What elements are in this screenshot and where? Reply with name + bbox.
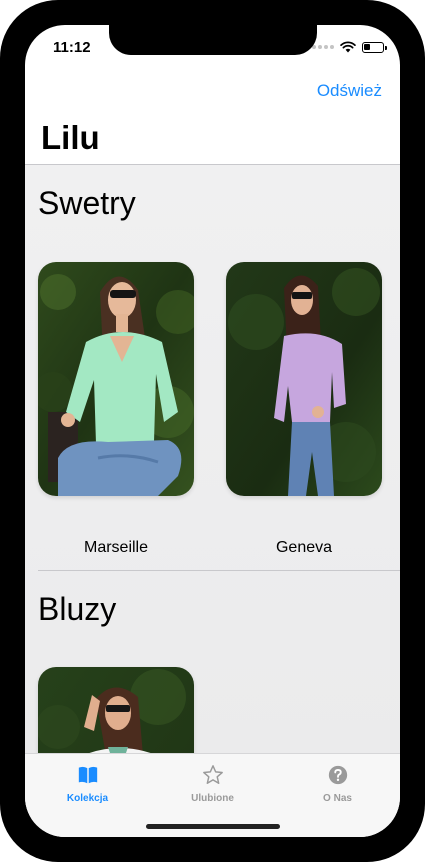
product-photo [38,667,194,753]
tab-label: Kolekcja [66,793,109,804]
section-title-swetry: Swetry [38,185,136,221]
tab-label: O Nas [323,793,352,804]
collection-scroll[interactable]: Swetry Marseille Geneva Bluzy [25,165,400,753]
product-card-bluzy-1[interactable] [38,667,194,753]
battery-icon [362,41,387,53]
section-title-bluzy: Bluzy [38,591,117,627]
tab-label: Ulubione [191,793,234,804]
product-photo [226,262,382,496]
refresh-button[interactable]: Odśwież [317,81,382,101]
tab-kolekcja[interactable]: Kolekcja [25,764,150,804]
app-screen: 11:12 Odśwież Lilu Swetry Marseille Gene… [25,25,400,837]
page-title: Lilu [41,119,100,156]
section-divider [38,570,400,571]
home-indicator[interactable] [146,824,280,829]
tab-o-nas[interactable]: O Nas [275,764,400,804]
book-icon [78,766,97,784]
product-card-geneva[interactable] [226,262,382,496]
cellular-signal-icon [312,45,334,49]
star-icon [202,765,223,784]
device-notch [109,25,317,55]
status-indicators [312,41,387,53]
question-circle-icon [328,765,347,785]
wifi-icon [340,41,356,53]
tab-ulubione[interactable]: Ulubione [150,764,275,804]
product-photo [38,262,194,496]
product-card-marseille[interactable] [38,262,194,496]
status-time: 11:12 [53,39,91,56]
product-name-geneva: Geneva [275,539,333,556]
product-name-marseille: Marseille [83,539,148,556]
device-frame: 11:12 Odśwież Lilu Swetry Marseille Gene… [0,0,425,862]
